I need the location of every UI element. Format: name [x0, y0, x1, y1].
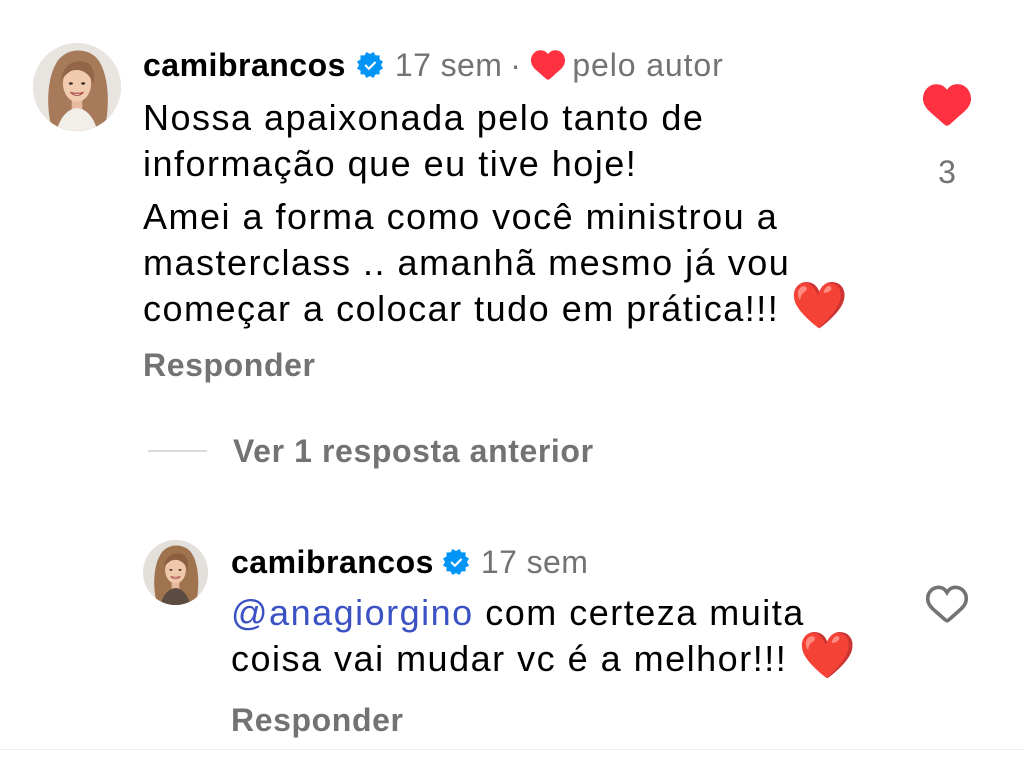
view-previous-replies-button[interactable]: Ver 1 resposta anterior: [233, 431, 594, 471]
like-button[interactable]: [923, 81, 971, 129]
red-heart-emoji: ❤️: [790, 278, 849, 332]
comment-text: Nossa apaixonada pelo tanto de informaçã…: [143, 95, 883, 332]
like-count[interactable]: 3: [917, 152, 977, 192]
bottom-divider: [0, 749, 1024, 750]
heart-outline-icon[interactable]: [925, 582, 969, 626]
mention-link[interactable]: @anagiorgino: [231, 592, 474, 633]
heart-filled-icon: [531, 48, 566, 82]
red-heart-emoji: ❤️: [798, 628, 856, 682]
verified-badge-icon: [356, 52, 383, 78]
verified-badge-icon: [442, 549, 469, 575]
timestamp: 17 sem: [394, 47, 503, 83]
heart-filled-icon[interactable]: [923, 81, 971, 129]
reply-header: camibrancos 17 sem: [231, 542, 588, 582]
like-column: 3: [917, 81, 977, 192]
avatar[interactable]: [33, 43, 121, 131]
like-button[interactable]: [925, 582, 969, 626]
comment-paragraph-text: Amei a forma como você ministrou a maste…: [143, 196, 791, 329]
separator-dot: ·: [510, 47, 522, 83]
timestamp: 17 sem: [480, 544, 589, 580]
reply-paragraph: @anagiorgino com certeza muita coisa vai…: [231, 590, 881, 682]
thread-divider: [148, 450, 207, 452]
reply-text: @anagiorgino com certeza muita coisa vai…: [231, 590, 881, 682]
reply-button[interactable]: Responder: [143, 345, 316, 385]
username[interactable]: camibrancos: [143, 45, 346, 85]
comment-paragraph: Nossa apaixonada pelo tanto de informaçã…: [143, 97, 705, 184]
username[interactable]: camibrancos: [231, 542, 434, 582]
comment-header: camibrancos 17 sem · pelo autor: [143, 45, 724, 85]
comment-paragraph: Amei a forma como você ministrou a maste…: [143, 194, 883, 332]
reply-button[interactable]: Responder: [231, 700, 404, 740]
avatar[interactable]: [143, 540, 208, 605]
liked-by-author-label: pelo autor: [572, 47, 724, 83]
avatar-photo[interactable]: [33, 43, 121, 131]
avatar-photo[interactable]: [143, 540, 208, 605]
